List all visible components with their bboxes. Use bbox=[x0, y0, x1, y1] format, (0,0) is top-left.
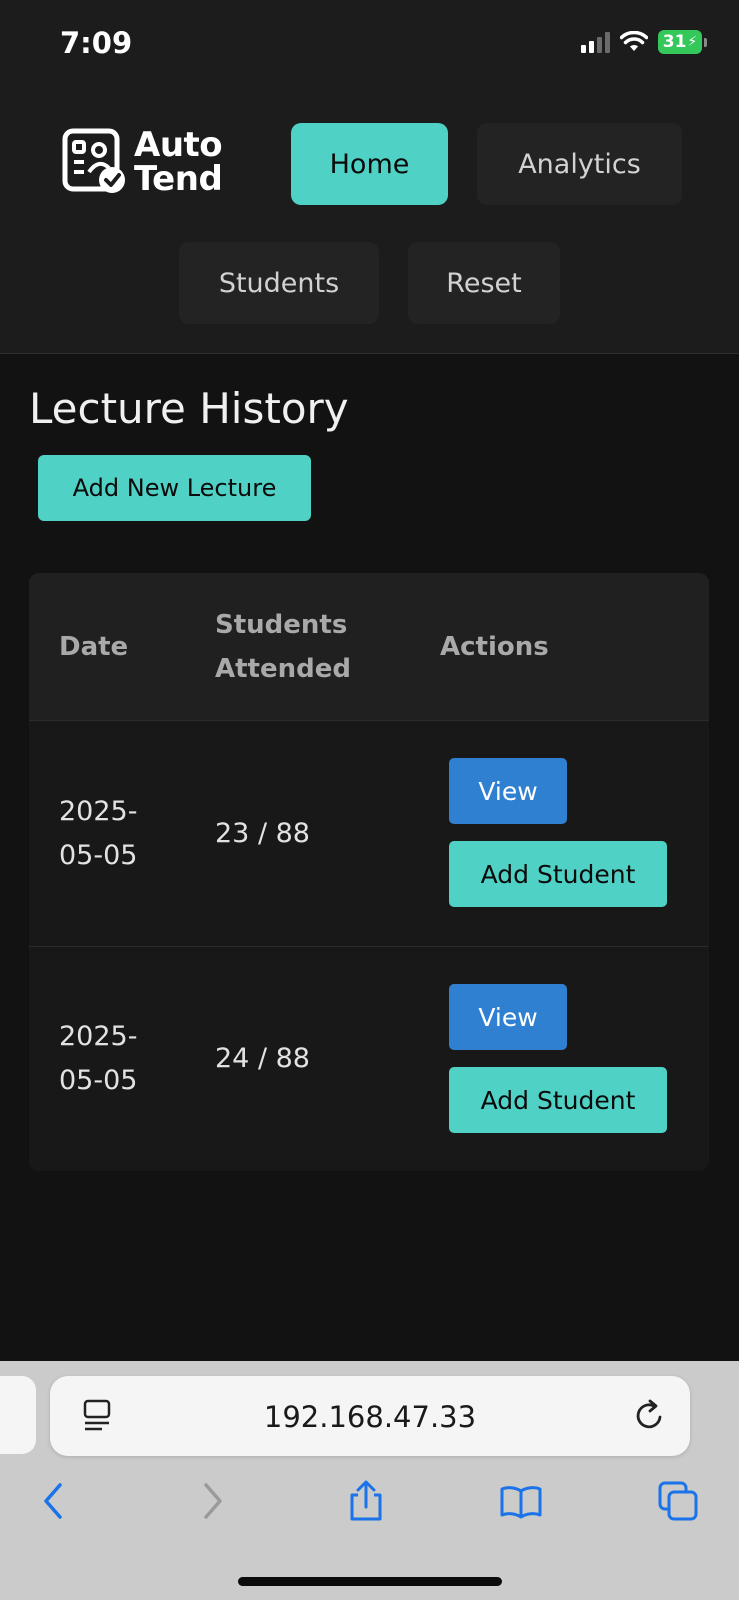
app-logo[interactable]: Auto Tend bbox=[62, 125, 223, 199]
nav-reset-button[interactable]: Reset bbox=[408, 242, 560, 324]
view-button[interactable]: View bbox=[449, 984, 567, 1050]
attendance-logo-icon bbox=[62, 128, 125, 193]
logo-text: Auto Tend bbox=[134, 125, 223, 199]
students-attended: 24 / 88 bbox=[215, 1043, 310, 1074]
add-student-button[interactable]: Add Student bbox=[449, 841, 667, 907]
forward-icon[interactable] bbox=[190, 1479, 234, 1523]
lecture-date-line1: 2025- bbox=[59, 795, 138, 827]
add-new-lecture-button[interactable]: Add New Lecture bbox=[38, 455, 311, 521]
column-header-students-line2: Attended bbox=[215, 653, 351, 684]
column-header-students-line1: Students bbox=[215, 609, 348, 640]
table-row: 2025- 05-05 24 / 88 View Add Student bbox=[29, 946, 709, 1171]
browser-toolbar bbox=[0, 1479, 739, 1539]
cellular-signal-icon bbox=[581, 31, 610, 53]
lecture-table: Date Students Attended Actions 2025- 05-… bbox=[29, 573, 709, 1171]
address-bar[interactable]: 192.168.47.33 bbox=[50, 1376, 690, 1456]
status-time: 7:09 bbox=[60, 26, 133, 60]
logo-text-line2: Tend bbox=[134, 159, 223, 199]
row-actions: View Add Student bbox=[449, 758, 667, 907]
table-header: Date Students Attended Actions bbox=[29, 573, 709, 721]
previous-tab-pill[interactable] bbox=[0, 1376, 36, 1454]
nav-home-button[interactable]: Home bbox=[291, 123, 448, 205]
nav-students-button[interactable]: Students bbox=[179, 242, 379, 324]
table-row: 2025- 05-05 23 / 88 View Add Student bbox=[29, 721, 709, 946]
lecture-date: 2025- 05-05 bbox=[59, 1015, 137, 1103]
top-area: 7:09 31 ⚡ Auto Tend Home Analytics Stude… bbox=[0, 0, 739, 354]
page-title: Lecture History bbox=[29, 384, 349, 433]
column-header-students-attended: Students Attended bbox=[215, 603, 351, 691]
bookmarks-icon[interactable] bbox=[499, 1479, 543, 1523]
column-header-actions: Actions bbox=[440, 631, 549, 662]
browser-chrome: 192.168.47.33 bbox=[0, 1361, 739, 1600]
lecture-date: 2025- 05-05 bbox=[59, 790, 137, 878]
view-button[interactable]: View bbox=[449, 758, 567, 824]
nav-analytics-button[interactable]: Analytics bbox=[477, 123, 682, 205]
column-header-date: Date bbox=[59, 631, 129, 662]
add-student-button[interactable]: Add Student bbox=[449, 1067, 667, 1133]
lecture-date-line1: 2025- bbox=[59, 1021, 138, 1052]
share-icon[interactable] bbox=[344, 1479, 388, 1523]
row-actions: View Add Student bbox=[449, 984, 667, 1133]
battery-icon: 31 ⚡ bbox=[658, 30, 707, 54]
url-text: 192.168.47.33 bbox=[263, 1400, 477, 1434]
tabs-icon[interactable] bbox=[656, 1479, 700, 1523]
app-header: Auto Tend Home Analytics Students Reset bbox=[0, 86, 739, 354]
status-bar: 7:09 31 ⚡ bbox=[0, 0, 739, 86]
lecture-date-line2: 05-05 bbox=[59, 1065, 138, 1096]
lecture-date-line2: 05-05 bbox=[59, 839, 138, 871]
main-content: Lecture History Add New Lecture Date Stu… bbox=[0, 384, 739, 1171]
students-attended: 23 / 88 bbox=[215, 817, 310, 849]
home-indicator bbox=[238, 1577, 502, 1586]
logo-text-line1: Auto bbox=[134, 125, 223, 165]
status-icons: 31 ⚡ bbox=[581, 30, 707, 54]
wifi-icon bbox=[620, 31, 648, 51]
back-icon[interactable] bbox=[32, 1479, 76, 1523]
battery-level: 31 bbox=[662, 32, 687, 52]
reload-icon[interactable] bbox=[634, 1398, 666, 1432]
